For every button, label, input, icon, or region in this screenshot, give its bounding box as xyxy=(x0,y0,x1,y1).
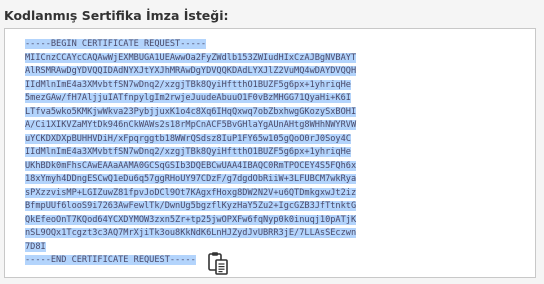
csr-heading: Kodlanmış Sertifika İmza İsteği: xyxy=(4,8,229,23)
copy-button[interactable] xyxy=(206,250,232,276)
csr-line: 5mezGAw/fH7AljjuIATfnpylgIm2rwjeJuudeAbu… xyxy=(25,93,351,103)
csr-line: nSL9OQx1Tcgzt3c3AQ7MrXjiTk3ou8KkNdK6LnHJ… xyxy=(25,228,357,238)
csr-line: LTfva5wko5KMKjwWkva23PybjjuxK1o4c8Xq6IHq… xyxy=(25,106,357,117)
csr-panel: Kodlanmış Sertifika İmza İsteği: -----BE… xyxy=(0,0,544,284)
csr-line: A/Ci1XIKVZaMYtDk946nCkWAWs2s18rMpCnACF5B… xyxy=(25,120,357,130)
csr-line: IIdMlnImE4a3XMvbtfSN7wDnq2/xzgjTBk8QyiHf… xyxy=(25,147,351,157)
csr-line: sPXzzvisMP+LGIZuwZ81fpvJoDCl9Ot7KAgxfHox… xyxy=(25,187,357,198)
csr-textbox[interactable]: -----BEGIN CERTIFICATE REQUEST----- MIIC… xyxy=(4,28,536,278)
csr-line: -----BEGIN CERTIFICATE REQUEST----- xyxy=(25,39,207,49)
csr-line: IIdMlnImE4a3XMvbtfSN7wDnq2/xzgjTBk8QyiHf… xyxy=(25,79,351,90)
csr-line: MIICnzCCAYcCAQAwWjEXMBUGA1UEAwwOa2FyZWdl… xyxy=(25,52,357,63)
csr-line: UKhBDk0mFhsCAwEAAaAAMA0GCSqGSIb3DQEBCwUA… xyxy=(25,160,357,171)
csr-line: BfmpUUf6looS9i7263AwFewlTk/DwnUg5bgzflKy… xyxy=(25,201,357,211)
copy-to-clipboard-icon xyxy=(208,252,228,275)
csr-line: 18xYmyh4DDngESCwQ1eDu6q57ggRHoUY97CDzF/g… xyxy=(25,174,357,184)
csr-text[interactable]: -----BEGIN CERTIFICATE REQUEST----- MIIC… xyxy=(25,38,357,268)
csr-line: AlRSMRAwDgYDVQQIDAdNYXJtYXJhMRAwDgYDVQQK… xyxy=(25,66,357,76)
csr-line: uYCKDXDXpBUHHVDiH/xFpqrggtb18WWrQSdsz8Iu… xyxy=(25,133,351,144)
csr-line: 7D8I xyxy=(25,241,46,252)
csr-line: -----END CERTIFICATE REQUEST----- xyxy=(25,255,196,265)
csr-line: QkEfeoOnT7KQod64YCXDYMOW3zxn5Zr+tp25jwOP… xyxy=(25,214,357,225)
